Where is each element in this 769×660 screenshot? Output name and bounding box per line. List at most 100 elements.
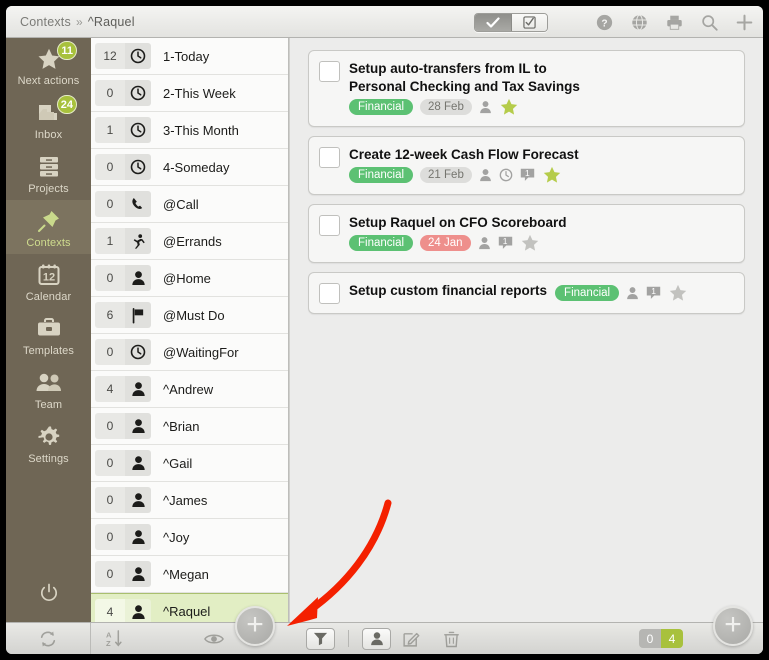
clock-icon bbox=[499, 168, 513, 182]
edit-icon[interactable] bbox=[403, 630, 420, 647]
segment-check-active[interactable] bbox=[475, 14, 512, 31]
item-count: 4 bbox=[95, 599, 125, 623]
filter-icon bbox=[313, 631, 328, 646]
task-title: Create 12-week Cash Flow Forecast bbox=[349, 146, 579, 164]
person-icon bbox=[478, 236, 491, 250]
star-icon[interactable] bbox=[668, 283, 688, 303]
list-item[interactable]: 0^Brian bbox=[91, 408, 288, 445]
power-button[interactable] bbox=[6, 583, 91, 608]
sidebar-item-projects[interactable]: Projects bbox=[6, 146, 91, 200]
clock-icon bbox=[125, 80, 151, 106]
item-label: @WaitingFor bbox=[163, 345, 239, 360]
star-icon[interactable] bbox=[499, 97, 519, 117]
search-icon[interactable] bbox=[701, 14, 718, 31]
item-label: @Home bbox=[163, 271, 211, 286]
help-icon[interactable]: ? bbox=[596, 14, 613, 31]
print-icon[interactable] bbox=[666, 14, 683, 31]
task-checkbox[interactable] bbox=[319, 215, 340, 236]
people-icon bbox=[6, 368, 91, 398]
list-item[interactable]: 02-This Week bbox=[91, 75, 288, 112]
eye-icon[interactable] bbox=[204, 632, 224, 646]
task-title: Setup auto-transfers from IL to Personal… bbox=[349, 60, 607, 96]
gear-icon bbox=[6, 422, 91, 452]
view-mode-segmented-control[interactable] bbox=[474, 13, 548, 32]
sidebar-item-inbox[interactable]: 24 Inbox bbox=[6, 92, 91, 146]
add-context-button[interactable]: + bbox=[235, 606, 275, 646]
globe-icon[interactable] bbox=[631, 14, 648, 31]
sidebar-item-settings[interactable]: Settings bbox=[6, 416, 91, 470]
list-item[interactable]: 0@WaitingFor bbox=[91, 334, 288, 371]
star-icon: 11 bbox=[6, 44, 91, 74]
task-tag[interactable]: Financial bbox=[349, 235, 413, 251]
segment-checkbox-inactive[interactable] bbox=[512, 14, 548, 31]
task-card[interactable]: Setup auto-transfers from IL to Personal… bbox=[308, 50, 745, 127]
badge-count: 24 bbox=[57, 95, 77, 114]
task-card[interactable]: Create 12-week Cash Flow ForecastFinanci… bbox=[308, 136, 745, 195]
person-icon bbox=[370, 631, 384, 646]
list-item[interactable]: 1@Errands bbox=[91, 223, 288, 260]
list-item[interactable]: 0 ^Megan bbox=[91, 556, 288, 593]
add-task-button[interactable]: + bbox=[713, 606, 753, 646]
context-list[interactable]: 121-Today02-This Week13-This Month 0 4-Som… bbox=[91, 38, 289, 622]
task-checkbox[interactable] bbox=[319, 147, 340, 168]
filter-button[interactable] bbox=[306, 628, 335, 650]
list-item[interactable]: 0 @Home bbox=[91, 260, 288, 297]
star-icon[interactable] bbox=[542, 165, 562, 185]
task-card[interactable]: Setup Raquel on CFO ScoreboardFinancial2… bbox=[308, 204, 745, 263]
task-tag[interactable]: Financial bbox=[349, 99, 413, 115]
breadcrumb-leaf: ^Raquel bbox=[88, 15, 135, 29]
sidebar-item-calendar[interactable]: 12 Calendar bbox=[6, 254, 91, 308]
item-label: ^Joy bbox=[163, 530, 189, 545]
sidebar-item-label: Inbox bbox=[6, 129, 91, 141]
task-card[interactable]: Setup custom financial reportsFinancial1 bbox=[308, 272, 745, 314]
item-label: 4-Someday bbox=[163, 160, 229, 175]
assign-person-button[interactable] bbox=[362, 628, 391, 650]
item-count: 0 bbox=[95, 561, 125, 587]
breadcrumb-root[interactable]: Contexts bbox=[20, 15, 71, 29]
svg-text:?: ? bbox=[601, 18, 607, 29]
top-toolbar: Contexts » ^Raquel ? bbox=[6, 6, 763, 38]
list-item[interactable]: 6@Must Do bbox=[91, 297, 288, 334]
task-checkbox[interactable] bbox=[319, 283, 340, 304]
task-meta: Financial21 Feb1 bbox=[349, 164, 562, 185]
item-label: ^Gail bbox=[163, 456, 192, 471]
list-item[interactable]: 0^James bbox=[91, 482, 288, 519]
item-count: 0 bbox=[95, 154, 125, 180]
comment-icon[interactable]: 1 bbox=[498, 236, 513, 250]
item-count: 0 bbox=[95, 191, 125, 217]
list-item[interactable]: 0 @Call bbox=[91, 186, 288, 223]
star-icon[interactable] bbox=[520, 233, 540, 253]
item-count: 6 bbox=[95, 302, 125, 328]
list-item[interactable]: 0^Gail bbox=[91, 445, 288, 482]
sidebar-item-contexts[interactable]: Contexts bbox=[6, 200, 91, 254]
task-meta: Financial 1 bbox=[555, 282, 688, 303]
inbox-icon: 24 bbox=[6, 98, 91, 128]
person-icon bbox=[125, 265, 151, 291]
breadcrumb: Contexts » ^Raquel bbox=[20, 15, 135, 29]
list-item[interactable]: 0^Joy bbox=[91, 519, 288, 556]
sidebar-item-templates[interactable]: Templates bbox=[6, 308, 91, 362]
item-count: 0 bbox=[95, 265, 125, 291]
sidebar-item-next-actions[interactable]: 11 Next actions bbox=[6, 38, 91, 92]
calendar-icon: 12 bbox=[6, 260, 91, 290]
trash-icon[interactable] bbox=[444, 630, 459, 648]
task-tag[interactable]: Financial bbox=[555, 285, 619, 301]
list-item[interactable]: 0 4-Someday bbox=[91, 149, 288, 186]
task-tag[interactable]: Financial bbox=[349, 167, 413, 183]
task-meta: Financial28 Feb bbox=[349, 96, 519, 117]
comment-icon[interactable]: 1 bbox=[520, 168, 535, 182]
refresh-icon[interactable] bbox=[39, 630, 57, 648]
sidebar-item-team[interactable]: Team bbox=[6, 362, 91, 416]
left-sidebar: 11 Next actions 24 Inbox bbox=[6, 38, 91, 622]
item-label: ^Megan bbox=[163, 567, 209, 582]
clock-icon bbox=[125, 117, 151, 143]
add-icon[interactable] bbox=[736, 14, 753, 31]
list-item[interactable]: 13-This Month bbox=[91, 112, 288, 149]
list-item[interactable]: 121-Today bbox=[91, 38, 288, 75]
count-right: 4 bbox=[661, 629, 683, 648]
item-label: @Call bbox=[163, 197, 199, 212]
list-item[interactable]: 4^Andrew bbox=[91, 371, 288, 408]
sort-az-icon[interactable]: A Z bbox=[105, 629, 124, 648]
comment-icon[interactable]: 1 bbox=[646, 286, 661, 300]
task-checkbox[interactable] bbox=[319, 61, 340, 82]
